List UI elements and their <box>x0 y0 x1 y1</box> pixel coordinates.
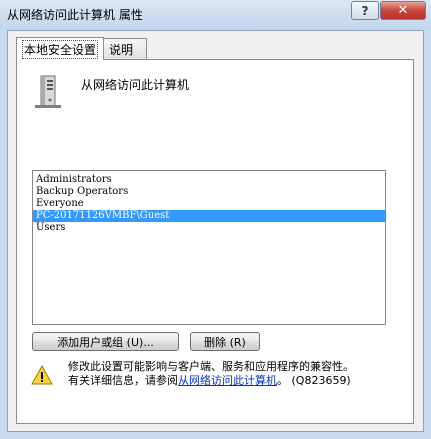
warning-line-2-suffix: 。 (Q823659) <box>277 374 351 387</box>
list-item[interactable]: Users <box>33 222 385 234</box>
tab-label: 本地安全设置 <box>22 39 99 59</box>
warning-line-1: 修改此设置可能影响与客户端、服务和应用程序的兼容性。 <box>68 360 354 373</box>
add-user-or-group-button[interactable]: 添加用户或组 (U)... <box>32 332 179 351</box>
list-item[interactable]: Everyone <box>33 198 385 210</box>
window-title: 从网络访问此计算机 属性 <box>7 8 143 22</box>
list-item-selected[interactable]: PC-20171126VMBF\Guest <box>33 210 385 222</box>
close-icon: ✕ <box>397 3 409 18</box>
close-button[interactable]: ✕ <box>380 1 426 20</box>
remove-button[interactable]: 删除 (R) <box>190 332 260 351</box>
tab-panel: 从网络访问此计算机 Administrators Backup Operator… <box>16 59 414 424</box>
list-item[interactable]: Backup Operators <box>33 186 385 198</box>
help-button[interactable]: ? <box>351 1 379 20</box>
title-bar: 从网络访问此计算机 属性 ? ✕ <box>0 0 431 30</box>
policy-title: 从网络访问此计算机 <box>81 78 190 92</box>
computer-server-icon <box>35 75 61 108</box>
list-item[interactable]: Administrators <box>33 174 385 186</box>
warning-icon <box>31 365 53 385</box>
help-icon: ? <box>361 3 369 18</box>
warning-line-2-prefix: 有关详细信息，请参阅 <box>68 374 178 387</box>
accounts-listbox[interactable]: Administrators Backup Operators Everyone… <box>32 170 386 325</box>
help-link[interactable]: 从网络访问此计算机 <box>178 374 277 387</box>
dialog-client-area: 本地安全设置 说明 从网络访问此计算机 Administrators Backu… <box>7 30 424 432</box>
tab-explain[interactable]: 说明 <box>103 38 147 59</box>
warning-line-2: 有关详细信息，请参阅从网络访问此计算机。 (Q823659) <box>68 374 354 388</box>
tab-local-security-setting[interactable]: 本地安全设置 <box>16 37 105 60</box>
tab-label: 说明 <box>109 42 134 57</box>
compatibility-warning: 修改此设置可能影响与客户端、服务和应用程序的兼容性。 有关详细信息，请参阅从网络… <box>68 360 354 388</box>
